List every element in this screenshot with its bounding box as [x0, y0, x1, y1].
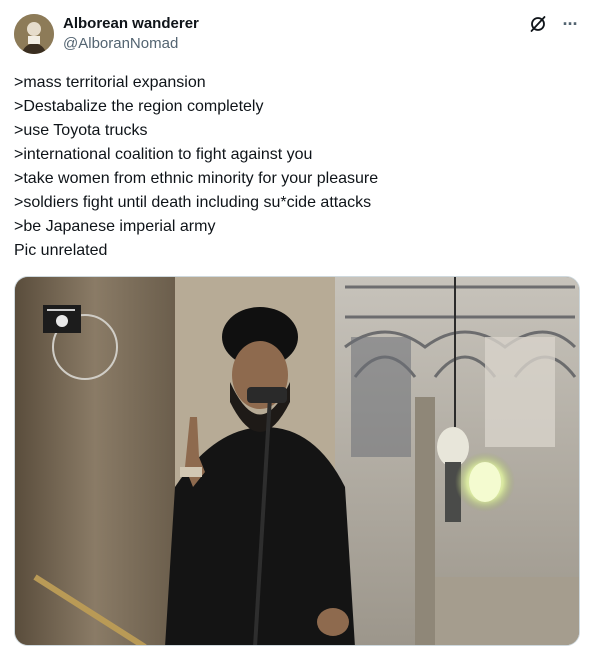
author-display-name[interactable]: Alborean wanderer [63, 14, 199, 34]
tweet-text: >mass territorial expansion >Destabalize… [14, 71, 580, 263]
photo-image [15, 277, 579, 645]
tweet-line: >take women from ethnic minority for you… [14, 170, 379, 187]
more-options-button[interactable]: ··· [560, 14, 580, 34]
tweet-line: >mass territorial expansion [14, 74, 206, 91]
tweet-line: >soldiers fight until death including su… [14, 194, 372, 211]
tweet-line: Pic unrelated [14, 242, 108, 259]
author-names: Alborean wanderer @AlboranNomad [63, 14, 199, 54]
tweet-card: Alborean wanderer @AlboranNomad ··· >mas… [0, 0, 594, 662]
avatar[interactable] [14, 14, 54, 54]
header-actions: ··· [528, 14, 580, 34]
slashed-circle-icon [530, 16, 546, 32]
avatar-image [14, 14, 54, 54]
tweet-line: >Destabalize the region completely [14, 98, 264, 115]
more-dots-icon: ··· [562, 13, 579, 34]
tweet-line: >international coalition to fight agains… [14, 146, 313, 163]
grok-button[interactable] [528, 14, 548, 34]
author-handle[interactable]: @AlboranNomad [63, 34, 199, 54]
tweet-line: >use Toyota trucks [14, 122, 148, 139]
tweet-header: Alborean wanderer @AlboranNomad [14, 14, 199, 54]
tweet-photo[interactable] [14, 276, 580, 646]
tweet-line: >be Japanese imperial army [14, 218, 216, 235]
